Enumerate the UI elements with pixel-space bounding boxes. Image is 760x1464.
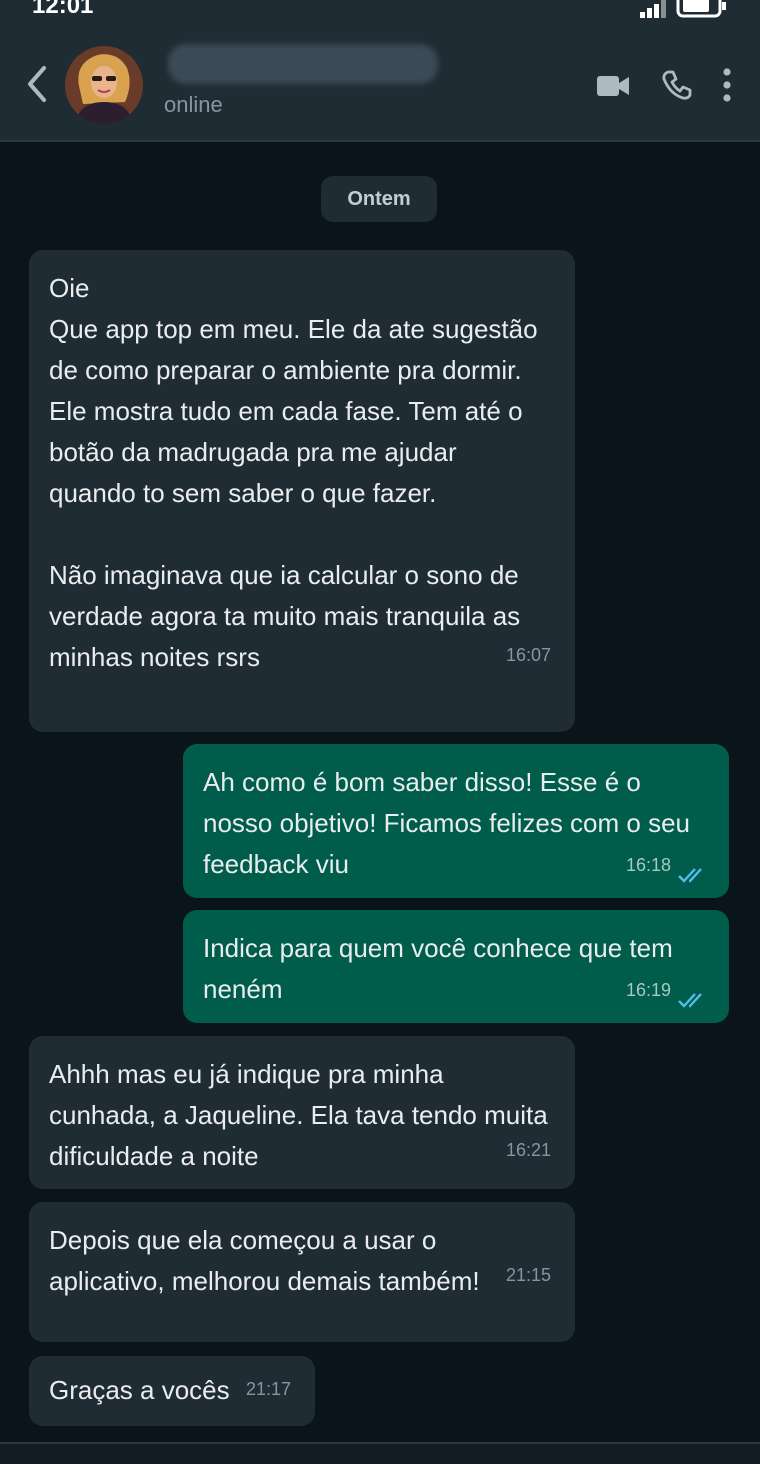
more-options-icon[interactable] <box>720 68 734 102</box>
signal-icon <box>640 0 666 18</box>
read-ticks-icon <box>678 868 702 883</box>
message-time: 16:21 <box>505 1140 551 1160</box>
message-bubble-outgoing[interactable]: Indica para quem você conhece que tem ne… <box>183 910 729 1023</box>
message-time: 21:17 <box>245 1379 291 1399</box>
message-list[interactable]: Ontem Oie Que app top em meu. Ele da ate… <box>0 142 760 1442</box>
contact-status: online <box>164 92 223 117</box>
status-icons <box>640 0 726 18</box>
status-bar: 12:01 <box>0 0 760 19</box>
date-separator: Ontem <box>321 176 437 222</box>
status-time: 12:01 <box>32 0 94 19</box>
contact-name-redacted <box>168 44 438 84</box>
message-bubble-incoming[interactable]: Depois que ela começou a usar o aplicati… <box>29 1202 575 1342</box>
avatar[interactable] <box>65 46 143 124</box>
message-time: 21:15 <box>505 1265 551 1285</box>
chat-header: online <box>0 18 760 142</box>
battery-icon <box>676 0 726 18</box>
message-bubble-outgoing[interactable]: Ah como é bom saber disso! Esse é o noss… <box>183 744 729 898</box>
video-call-icon[interactable] <box>596 74 630 98</box>
voice-call-icon[interactable] <box>662 70 692 100</box>
composer-edge <box>0 1442 760 1464</box>
message-time: 16:18 <box>625 855 671 875</box>
message-text: Depois que ela começou a usar o aplicati… <box>49 1225 480 1296</box>
message-time: 16:19 <box>625 980 671 1000</box>
message-text: Oie Que app top em meu. Ele da ate suges… <box>49 273 538 672</box>
message-bubble-incoming[interactable]: Oie Que app top em meu. Ele da ate suges… <box>29 250 575 732</box>
back-icon[interactable] <box>22 62 52 106</box>
message-bubble-incoming[interactable]: Graças a vocês 21:17 <box>29 1356 315 1426</box>
message-text: Ahhh mas eu já indique pra minha cunhada… <box>49 1059 548 1171</box>
message-time: 16:07 <box>505 645 551 665</box>
read-ticks-icon <box>678 993 702 1008</box>
chat-screen: 12:01 online Ontem Oie Que app top em me… <box>0 0 760 1464</box>
message-bubble-incoming[interactable]: Ahhh mas eu já indique pra minha cunhada… <box>29 1036 575 1189</box>
